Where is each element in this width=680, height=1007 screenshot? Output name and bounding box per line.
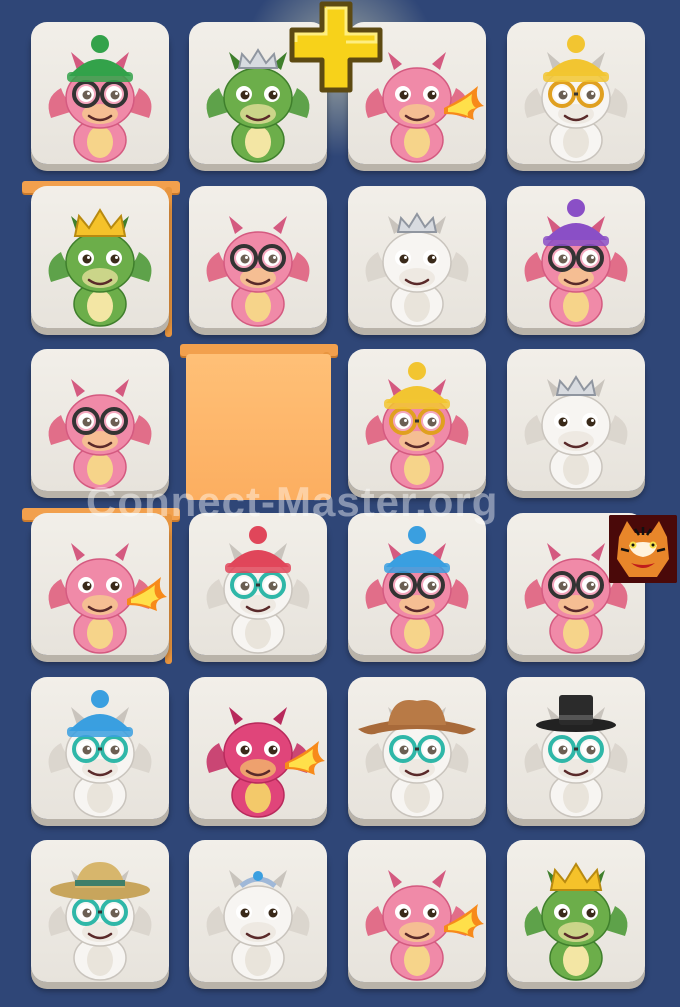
tile-pink-dragon-glasses[interactable] — [189, 186, 327, 328]
pink-dragon-icon — [48, 379, 152, 490]
green-dragon-icon — [48, 208, 152, 327]
pink-dragon-icon — [365, 362, 469, 490]
tile-pink-dragon-fire[interactable] — [348, 840, 486, 982]
pink-dragon-icon — [365, 526, 469, 654]
tile-white-dragon-silver-crown[interactable] — [507, 349, 645, 491]
tile-pink-dragon-fire[interactable] — [31, 513, 169, 655]
tile-green-dragon-gold-crown[interactable] — [31, 186, 169, 328]
pink-dragon-icon — [206, 216, 310, 327]
white-dragon-icon — [48, 690, 152, 818]
tile-white-dragon-red-beanie-glasses[interactable] — [189, 513, 327, 655]
pink-dragon-icon — [524, 199, 628, 327]
tile-pink-dragon-green-beanie-glasses[interactable] — [31, 22, 169, 164]
white-dragon-icon — [524, 375, 628, 490]
white-dragon-icon — [206, 526, 310, 654]
tile-white-dragon-yellow-beanie-glasses[interactable] — [507, 22, 645, 164]
tiger-logo-icon — [609, 515, 677, 583]
white-dragon-icon — [48, 862, 152, 981]
pink-dragon-icon — [365, 870, 484, 981]
tile-pink-dragon-purple-beanie-glasses[interactable] — [507, 186, 645, 328]
tile-pink-dragon-glasses[interactable] — [31, 349, 169, 491]
tile-white-dragon-brown-cowboy-hat-glasses[interactable] — [348, 677, 486, 819]
tile-white-dragon-straw-sun-hat-glasses[interactable] — [31, 840, 169, 982]
tile-pink-dragon-blue-beanie-glasses[interactable] — [348, 513, 486, 655]
empty-cell — [186, 354, 331, 500]
tile-green-dragon-gold-crown[interactable] — [507, 840, 645, 982]
tile-white-dragon-blue-beanie-glasses[interactable] — [31, 677, 169, 819]
white-dragon-icon — [206, 870, 310, 981]
tile-magenta-dragon-fire[interactable] — [189, 677, 327, 819]
white-dragon-icon — [365, 212, 469, 327]
pink-dragon-icon — [48, 35, 152, 163]
tile-white-dragon-blue-tiara[interactable] — [189, 840, 327, 982]
game-board — [0, 0, 680, 1007]
tile-pink-dragon-yellow-beanie-glasses[interactable] — [348, 349, 486, 491]
white-dragon-icon — [524, 695, 628, 818]
green-dragon-icon — [524, 862, 628, 981]
white-dragon-icon — [358, 700, 476, 818]
plus-icon[interactable] — [286, 0, 386, 96]
white-dragon-icon — [524, 35, 628, 163]
magenta-dragon-icon — [206, 707, 325, 818]
tile-white-dragon-silver-crown[interactable] — [348, 186, 486, 328]
tile-white-dragon-black-top-hat-glasses[interactable] — [507, 677, 645, 819]
pink-dragon-icon — [48, 543, 167, 654]
